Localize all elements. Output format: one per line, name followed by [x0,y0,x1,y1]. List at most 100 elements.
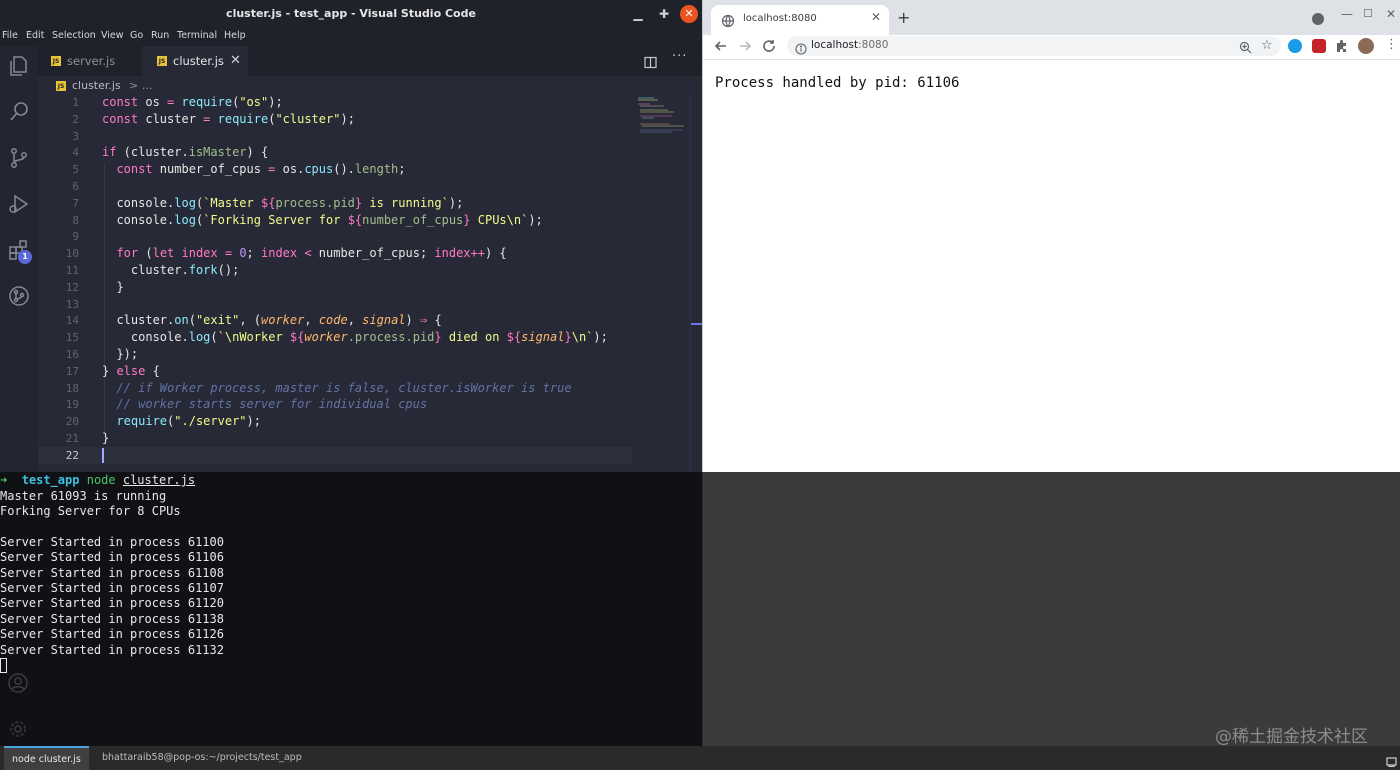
code-token: cluster [102,263,182,277]
empty-desktop-area: @稀土掘金技术社区 [702,472,1400,747]
tab-search-icon[interactable] [1312,13,1324,25]
run-debug-icon[interactable] [7,192,31,216]
code-token: . [181,145,189,159]
close-button[interactable]: ✕ [680,5,698,23]
code-token: cluster [138,112,204,126]
code-line: }); [102,347,138,361]
reload-icon[interactable] [761,38,777,54]
line-number: 3 [72,130,79,143]
extension-icon[interactable] [1288,39,1302,53]
browser-tab-close-icon[interactable]: ✕ [871,10,881,24]
source-control-icon[interactable] [7,146,31,170]
code-token: on [174,313,189,327]
menu-bar: File Edit Selection View Go Run Terminal Help [0,28,702,46]
new-tab-button[interactable]: + [897,8,910,27]
zoom-icon[interactable] [1239,39,1252,54]
code-token: .process.pid [347,330,435,344]
minimap-preview [638,97,684,133]
settings-gear-icon[interactable] [7,718,29,740]
js-file-icon: JS [56,81,66,91]
menu-item-help[interactable]: Help [224,30,246,41]
back-arrow-icon[interactable] [713,38,729,54]
code-token: "exit" [195,313,240,327]
line-number: 5 [72,163,79,176]
code-token: } [434,330,442,344]
breadcrumb-file[interactable]: cluster.js [72,79,121,92]
search-icon[interactable] [7,100,31,124]
editor-scrollbar[interactable] [690,95,703,472]
watermark: @稀土掘金技术社区 [1215,727,1368,747]
terminal-panel[interactable]: ➜ test_app node cluster.js Master 61093 … [0,472,702,746]
line-number: 13 [65,298,79,311]
code-token: process.pid [275,196,355,210]
code-token: "cluster" [275,112,341,126]
address-bar[interactable]: localhost:8080 ☆ [787,36,1281,56]
account-icon[interactable] [7,672,29,694]
menu-item-view[interactable]: View [101,30,124,41]
menu-item-run[interactable]: Run [151,30,169,41]
browser-maximize-button[interactable]: ☐ [1363,7,1373,20]
split-editor-icon[interactable] [644,54,657,69]
code-editor[interactable]: 1 2 3 4 5 6 7 8 9 10 11 12 13 14 15 16 17 18 19 20 21 22 cons… [38,95,632,472]
terminal-output-line: Server Started in process 61106 [0,550,224,564]
terminal-prompt: ➜ test_app node cluster.js [0,473,195,487]
taskbar-item-node[interactable]: node cluster.js [4,746,89,770]
minimap[interactable] [632,95,690,472]
browser-close-button[interactable]: ✕ [1386,7,1396,21]
prompt-arrow: ➜ [0,473,8,487]
line-number: 1 [72,96,79,109]
vscode-window: cluster.js - test_app - Visual Studio Co… [0,0,703,472]
browser-tab[interactable]: localhost:8080 ✕ [711,5,889,35]
forward-arrow-icon[interactable] [737,38,753,54]
code-token: const [102,112,139,126]
menu-item-file[interactable]: File [2,30,18,41]
browser-menu-icon[interactable]: ⋮ [1385,37,1398,52]
tray-icon[interactable] [1386,752,1397,768]
taskbar-item-shell[interactable]: bhattaraib58@pop-os:~/projects/test_app [94,746,310,770]
code-token: index [434,246,471,260]
code-line: cluster.on("exit", (worker, code, signal… [102,313,441,327]
tab-close-icon[interactable]: ✕ [230,46,241,76]
code-line: console.log(`Master ${process.pid} is ru… [102,196,463,210]
site-info-icon[interactable] [795,40,807,55]
menu-item-edit[interactable]: Edit [26,30,44,41]
more-actions-icon[interactable]: ··· [672,49,687,64]
js-file-icon: JS [51,56,61,66]
extensions-puzzle-icon[interactable] [1335,38,1349,52]
code-token: (); [217,263,240,277]
code-token: \n` [571,330,594,344]
browser-minimize-button[interactable]: — [1341,7,1353,21]
code-token: (). [333,162,355,176]
ublock-extension-icon[interactable] [1312,39,1326,53]
menu-item-terminal[interactable]: Terminal [177,30,217,41]
code-token: ++ [470,246,485,260]
code-token: ); [593,330,608,344]
code-token: "os" [239,95,269,109]
code-token: } [102,364,117,378]
explorer-icon[interactable] [7,54,31,78]
code-line: const number_of_cpus = os.cpus().length; [102,162,406,176]
url-host: localhost [811,39,859,51]
line-number: 2 [72,113,79,126]
code-token: ; [398,162,406,176]
profile-avatar[interactable] [1358,38,1374,54]
tab-server-js[interactable]: JS server.js [38,46,142,76]
bookmark-star-icon[interactable]: ☆ [1261,38,1273,53]
git-graph-icon[interactable] [7,284,31,308]
code-token: code [318,313,348,327]
code-token: number_of_cpus [152,162,269,176]
code-token: } [463,213,471,227]
menu-item-selection[interactable]: Selection [52,30,96,41]
line-number: 19 [65,398,79,411]
menu-item-go[interactable]: Go [130,30,143,41]
tab-cluster-js[interactable]: JS cluster.js ✕ [142,46,248,76]
terminal-cursor [0,658,7,673]
line-number: 7 [72,197,79,210]
code-token: cluster [102,313,168,327]
minimize-button[interactable]: ▁ [629,5,647,23]
code-token: ); [448,196,464,210]
code-token: , [347,313,363,327]
maximize-button[interactable]: ✚ [655,5,673,23]
